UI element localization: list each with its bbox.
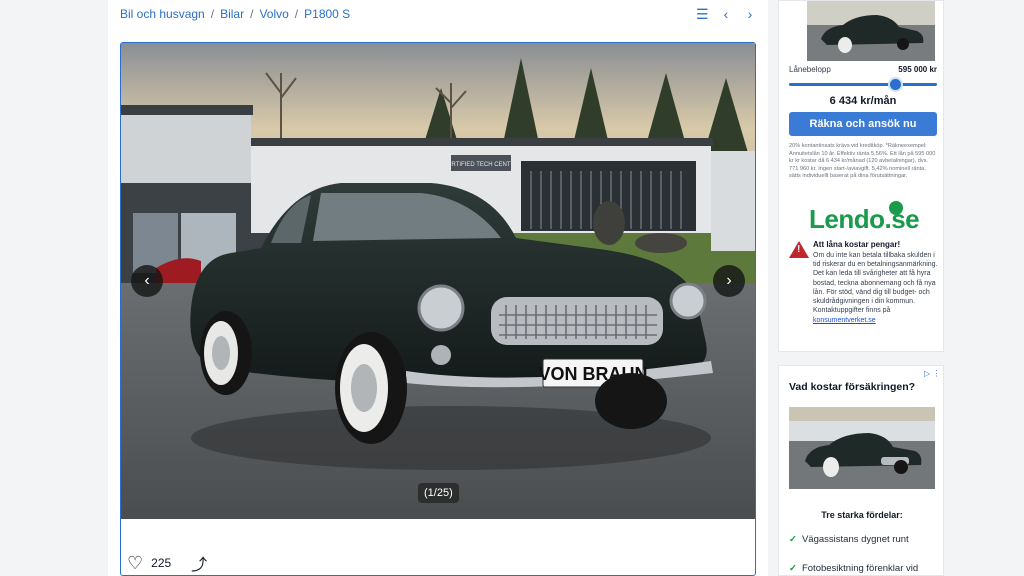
chevron-left-icon: ‹: [144, 272, 150, 289]
benefit-label: Fotobesiktning förenklar vid: [801, 563, 919, 574]
loan-amount-label: Lånebelopp: [789, 65, 831, 74]
car-photo[interactable]: CERTIFIED TECH CENTER VON BRAUN: [121, 43, 755, 519]
chevron-right-icon[interactable]: ›: [744, 6, 756, 23]
chevron-left-icon[interactable]: ‹: [720, 6, 732, 23]
list-icon[interactable]: ☰: [696, 6, 709, 23]
image-counter: (1/25): [418, 483, 459, 503]
breadcrumb-separator: /: [210, 7, 215, 21]
loan-slider-handle[interactable]: [888, 77, 904, 92]
warning-icon: [789, 241, 809, 258]
gallery-prev-button[interactable]: ‹: [131, 265, 163, 297]
chevron-right-icon: ›: [726, 272, 732, 289]
breadcrumb-item-brand[interactable]: Volvo: [259, 7, 288, 21]
insurance-card: Vad kostar försäkringen? ▷ ⋮ Tre starka …: [778, 365, 944, 576]
image-gallery: CERTIFIED TECH CENTER VON BRAUN ‹ › (1/2…: [120, 42, 756, 576]
monthly-cost: 6 434 kr/mån: [829, 95, 897, 107]
breadcrumb-separator: /: [294, 7, 299, 21]
insurance-subtitle: Tre starka fördelar:: [821, 510, 903, 520]
benefit-item: ✓ Fotobesiktning förenklar vid: [789, 563, 918, 574]
check-icon: ✓: [789, 563, 797, 574]
share-icon[interactable]: ⤴: [191, 551, 207, 575]
heart-icon[interactable]: ♡: [127, 554, 143, 572]
warning-body: Om du inte kan betala tillbaka skulden i…: [813, 252, 938, 315]
listing-nav-tools: ☰ ‹ ›: [696, 6, 756, 23]
warning-title: Att låna kostar pengar!: [813, 240, 901, 249]
loan-amount-value: 595 000 kr: [898, 65, 937, 74]
loan-slider-track[interactable]: [789, 83, 937, 86]
breadcrumb: Bil och husvagn / Bilar / Volvo / P1800 …: [120, 7, 350, 21]
building-sign: CERTIFIED TECH CENTER: [443, 162, 519, 168]
ad-choices-icon[interactable]: ▷ ⋮: [924, 369, 940, 378]
breadcrumb-item-category[interactable]: Bil och husvagn: [120, 7, 205, 21]
consumer-agency-link[interactable]: konsumentverket.se: [813, 317, 876, 324]
warning-text: Om du inte kan betala tillbaka skulden i…: [813, 251, 941, 325]
loan-car-thumbnail: [807, 1, 935, 61]
likes-count: 225: [151, 556, 172, 570]
check-icon: ✓: [789, 534, 797, 545]
benefit-label: Vägassistans dygnet runt: [801, 534, 909, 545]
listing-actions: ♡ 225 ⤴: [127, 551, 207, 575]
lendo-badge-icon: [889, 201, 903, 215]
insurance-title: Vad kostar försäkringen?: [789, 381, 916, 393]
gallery-next-button[interactable]: ›: [713, 265, 745, 297]
page: Bil och husvagn / Bilar / Volvo / P1800 …: [0, 0, 1024, 576]
benefit-item: ✓ Vägassistans dygnet runt: [789, 534, 909, 545]
loan-amount-row: Lånebelopp 595 000 kr: [789, 65, 937, 74]
loan-fineprint: 20% kontantinsats krävs vid kreditköp. *…: [789, 143, 936, 180]
breadcrumb-separator: /: [250, 7, 254, 21]
breadcrumb-item-cars[interactable]: Bilar: [220, 7, 244, 21]
insurance-car-thumbnail: [789, 407, 935, 489]
loan-calculator: Lånebelopp 595 000 kr 6 434 kr/mån Räkna…: [778, 0, 944, 352]
breadcrumb-item-model[interactable]: P1800 S: [304, 7, 350, 21]
apply-loan-button[interactable]: Räkna och ansök nu: [789, 112, 937, 136]
